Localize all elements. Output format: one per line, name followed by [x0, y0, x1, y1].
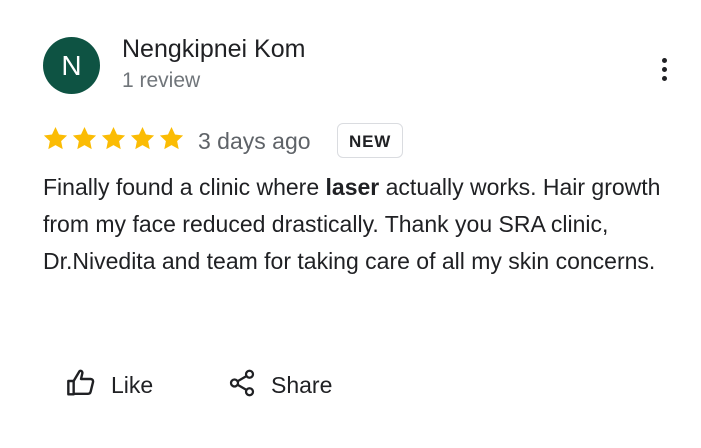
avatar-letter: N — [61, 50, 82, 81]
share-icon — [227, 368, 257, 403]
like-label: Like — [111, 371, 154, 398]
review-highlight: laser — [325, 174, 380, 200]
review-text: Finally found a clinic where laser actua… — [43, 169, 683, 280]
review-time: 3 days ago — [198, 128, 311, 154]
star-icon — [71, 125, 98, 152]
more-options-button[interactable] — [648, 52, 680, 86]
like-button[interactable]: Like — [65, 365, 153, 405]
reviewer-name[interactable]: Nengkipnei Kom — [122, 35, 305, 64]
review-count[interactable]: 1 review — [122, 69, 200, 93]
new-badge: NEW — [337, 123, 404, 158]
thumb-up-icon — [65, 367, 97, 404]
star-icon — [42, 125, 69, 152]
star-icon — [129, 125, 156, 152]
review-text-start: Finally found a clinic where — [43, 174, 326, 200]
more-vert-icon — [661, 57, 667, 63]
share-button[interactable]: Share — [227, 365, 332, 405]
star-icon — [158, 125, 185, 152]
share-label: Share — [271, 371, 333, 398]
avatar[interactable]: N — [43, 37, 100, 94]
review-card: N Nengkipnei Kom 1 review 3 days ago NEW… — [0, 0, 701, 448]
star-icon — [100, 125, 127, 152]
star-rating — [42, 125, 185, 152]
